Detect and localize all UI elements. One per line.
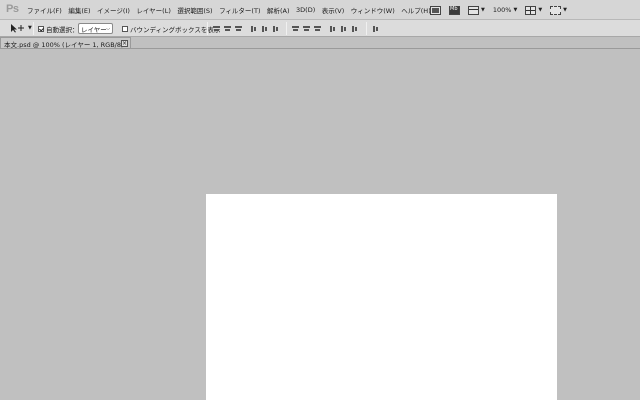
- menu-analysis[interactable]: 解析(A): [267, 5, 290, 15]
- workspace[interactable]: [0, 49, 640, 400]
- zoom-level: 100%: [492, 6, 512, 14]
- launch-minibridge-button[interactable]: [449, 3, 460, 17]
- arrange-documents-button[interactable]: ▼: [525, 3, 542, 17]
- auto-select-target-value: レイヤー: [81, 25, 107, 34]
- screen-mode-icon: [550, 5, 562, 15]
- menu-image[interactable]: イメージ(I): [97, 5, 130, 15]
- chevron-down-icon: ▼: [513, 7, 518, 13]
- options-divider: [33, 22, 34, 35]
- align-top-icon[interactable]: [213, 25, 221, 32]
- auto-select-label: 自動選択：: [46, 26, 79, 34]
- options-divider: [207, 22, 208, 35]
- chevron-down-icon: ▼: [28, 25, 32, 31]
- tool-preset-picker[interactable]: ▼: [10, 23, 32, 33]
- auto-select-checkbox[interactable]: 自動選択：: [38, 24, 79, 34]
- checkbox-box: [38, 26, 44, 32]
- align-vertical-center-icon[interactable]: [224, 25, 232, 32]
- menu-view[interactable]: 表示(V): [322, 5, 345, 15]
- align-horizontal-center-icon[interactable]: [261, 25, 269, 32]
- minibridge-icon: [449, 5, 460, 15]
- show-transform-controls-checkbox[interactable]: バウンディングボックスを表示: [122, 24, 220, 34]
- chevron-down-icon: ▼: [481, 7, 485, 13]
- distribute-horizontal-center-icon[interactable]: [340, 25, 348, 32]
- align-left-icon[interactable]: [250, 25, 258, 32]
- menu-3d[interactable]: 3D(D): [296, 6, 315, 14]
- auto-align-layers-icon[interactable]: [372, 25, 380, 32]
- checkbox-box: [122, 26, 128, 32]
- chevron-down-icon: ⌵: [106, 26, 110, 32]
- distribute-top-icon[interactable]: [292, 25, 300, 32]
- menu-edit[interactable]: 編集(E): [68, 5, 90, 15]
- arrange-documents-icon: [525, 5, 537, 15]
- menu-window[interactable]: ウィンドウ(W): [351, 5, 395, 15]
- distribute-vertical-center-icon[interactable]: [303, 25, 311, 32]
- chevron-down-icon: ▼: [563, 7, 568, 13]
- screen-mode-button[interactable]: ▼: [550, 3, 567, 17]
- menu-layer[interactable]: レイヤー(L): [136, 5, 171, 15]
- zoom-level-dropdown[interactable]: 100% ▼: [493, 3, 517, 17]
- bridge-icon: [430, 5, 441, 15]
- close-icon[interactable]: ×: [121, 40, 128, 47]
- ps-logo: Ps: [6, 3, 19, 15]
- align-right-icon[interactable]: [272, 25, 280, 32]
- distribute-left-icon[interactable]: [329, 25, 337, 32]
- chevron-down-icon: ▼: [538, 7, 543, 13]
- view-extras-button[interactable]: ▼: [468, 3, 485, 17]
- menu-filter[interactable]: フィルター(T): [219, 5, 260, 15]
- options-divider: [366, 22, 367, 35]
- document-tab-title: 本文.psd @ 100% (レイヤー 1, RGB/8): [4, 40, 124, 49]
- move-tool-icon: [11, 24, 24, 33]
- distribute-right-icon[interactable]: [351, 25, 359, 32]
- menu-help[interactable]: ヘルプ(H): [401, 5, 430, 15]
- options-divider: [286, 22, 287, 35]
- align-bottom-icon[interactable]: [235, 25, 243, 32]
- photoshop-window: Ps ファイル(F) 編集(E) イメージ(I) レイヤー(L) 選択範囲(S)…: [0, 0, 640, 400]
- application-bar: ▼ 100% ▼ ▼ ▼: [430, 0, 575, 20]
- options-bar: ▼ 自動選択： レイヤー ⌵ バウンディングボックスを表示: [0, 20, 640, 37]
- launch-bridge-button[interactable]: [430, 3, 441, 17]
- menu-list: ファイル(F) 編集(E) イメージ(I) レイヤー(L) 選択範囲(S) フィ…: [27, 0, 437, 20]
- document-canvas[interactable]: [206, 194, 557, 400]
- menu-file[interactable]: ファイル(F): [27, 5, 62, 15]
- view-extras-icon: [468, 5, 479, 15]
- distribute-bottom-icon[interactable]: [314, 25, 322, 32]
- auto-select-target-dropdown[interactable]: レイヤー ⌵: [78, 23, 113, 34]
- menu-select[interactable]: 選択範囲(S): [177, 5, 212, 15]
- menu-bar: Ps ファイル(F) 編集(E) イメージ(I) レイヤー(L) 選択範囲(S)…: [0, 0, 640, 20]
